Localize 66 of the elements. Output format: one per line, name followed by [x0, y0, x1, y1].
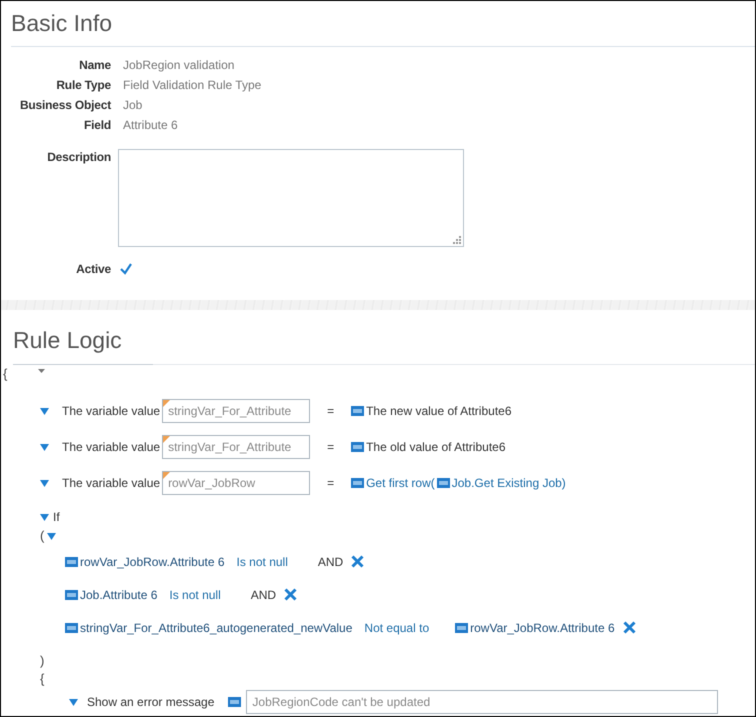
- equals-sign: =: [327, 476, 334, 490]
- field-label: Active: [75, 261, 111, 278]
- if-keyword: If: [53, 510, 60, 524]
- expand-caret-icon[interactable]: [69, 698, 78, 706]
- brace-text: (: [40, 527, 44, 545]
- description-field[interactable]: [118, 149, 464, 247]
- expression-link[interactable]: Get first row(: [366, 476, 435, 490]
- variable-icon: [65, 590, 78, 600]
- condition-operand-link[interactable]: Job.Attribute 6: [80, 588, 158, 602]
- delete-icon[interactable]: [284, 588, 298, 601]
- statement-label: The variable value: [62, 476, 160, 490]
- operator-link[interactable]: Is not null: [169, 588, 221, 602]
- brace-text: {: [40, 671, 44, 686]
- field-value: Field Validation Rule Type: [123, 77, 262, 94]
- field-label: Rule Type: [55, 77, 111, 94]
- variable-icon: [351, 442, 364, 452]
- equals-sign: =: [327, 440, 334, 454]
- expression-text: The old value of Attribute6: [366, 440, 506, 454]
- expand-caret-icon[interactable]: [40, 408, 49, 414]
- variable-icon: [436, 478, 450, 488]
- variable-icon: [455, 622, 468, 632]
- condition-operand-link[interactable]: rowVar_JobRow.Attribute 6: [80, 554, 225, 568]
- field-label: Business Object: [18, 97, 111, 114]
- expand-caret-icon[interactable]: [47, 532, 56, 540]
- variable-field[interactable]: stringVar_For_Attribute: [162, 399, 310, 423]
- variable-icon: [65, 556, 78, 566]
- expression-link[interactable]: Job.Get Existing Job): [452, 476, 566, 490]
- field-value: Job: [123, 97, 142, 114]
- expression-text: The new value of Attribute6: [366, 404, 512, 418]
- operator-link[interactable]: Not equal to: [364, 620, 430, 634]
- statement-label: Show an error message: [87, 695, 214, 709]
- field-label: Field: [82, 117, 111, 134]
- message-field[interactable]: JobRegionCode can't be updated: [246, 690, 718, 714]
- variable-icon: [65, 622, 78, 632]
- expand-caret-icon[interactable]: [40, 444, 49, 450]
- variable-icon: [351, 406, 364, 416]
- resize-grip-icon: [453, 236, 461, 244]
- expand-caret-icon[interactable]: [40, 514, 49, 520]
- brace-text: ): [40, 653, 44, 668]
- field-value: Attribute 6: [123, 117, 178, 134]
- section-title: Rule Logic: [12, 326, 123, 355]
- condition-operand-link[interactable]: stringVar_For_Attribute6_autogenerated_newValue: [80, 620, 352, 634]
- brace-text: {: [3, 365, 8, 383]
- field-label: Description: [46, 149, 111, 165]
- variable-icon: [351, 478, 364, 488]
- statement-label: The variable value: [62, 404, 160, 418]
- required-marker-icon: [163, 400, 170, 407]
- field-label: Name: [78, 57, 111, 74]
- operator-link[interactable]: Is not null: [236, 554, 288, 568]
- variable-field[interactable]: rowVar_JobRow: [162, 471, 310, 495]
- delete-icon[interactable]: [351, 555, 364, 568]
- collapse-caret-icon: [38, 369, 46, 373]
- statement-label: The variable value: [62, 440, 160, 454]
- active-checkbox[interactable]: [118, 261, 134, 277]
- required-marker-icon: [163, 472, 170, 479]
- delete-icon[interactable]: [622, 621, 636, 634]
- equals-sign: =: [327, 404, 334, 418]
- condition-operand-link[interactable]: rowVar_JobRow.Attribute 6: [470, 620, 615, 634]
- variable-field[interactable]: stringVar_For_Attribute: [162, 435, 310, 459]
- conjunction-label: AND: [318, 554, 344, 568]
- variable-icon: [228, 697, 242, 707]
- section-title: Basic Info: [11, 9, 113, 38]
- required-marker-icon: [163, 436, 170, 443]
- field-value: JobRegion validation: [123, 57, 234, 74]
- expand-caret-icon[interactable]: [40, 480, 49, 486]
- conjunction-label: AND: [250, 588, 276, 602]
